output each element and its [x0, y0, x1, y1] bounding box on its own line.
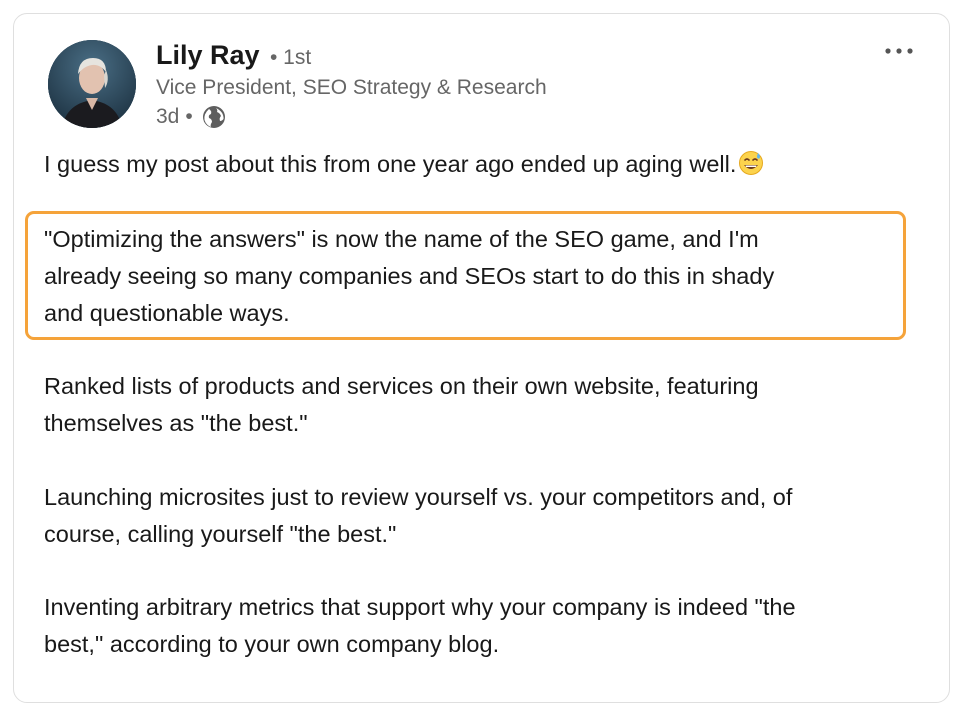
connection-degree: • 1st [270, 46, 312, 69]
highlight-box [25, 211, 906, 340]
globe-icon [201, 104, 227, 130]
post-paragraph-1: I guess my post about this from one year… [44, 146, 924, 183]
author-headline: Vice President, SEO Strategy & Research [156, 76, 547, 99]
post-paragraph-4: Launching microsites just to review your… [44, 484, 793, 547]
author-avatar[interactable] [48, 40, 136, 128]
post-timestamp: 3d [156, 105, 180, 128]
more-horizontal-icon[interactable] [882, 38, 916, 64]
post-paragraph-5: Inventing arbitrary metrics that support… [44, 594, 796, 657]
post-paragraph-3: Ranked lists of products and services on… [44, 373, 759, 436]
grinning-face-with-sweat-emoji [738, 150, 764, 176]
post-paragraph-1-text: I guess my post about this from one year… [44, 151, 737, 177]
post-meta: 3d • [156, 103, 227, 131]
author-name[interactable]: Lily Ray [156, 38, 260, 72]
meta-separator: • [185, 105, 193, 128]
